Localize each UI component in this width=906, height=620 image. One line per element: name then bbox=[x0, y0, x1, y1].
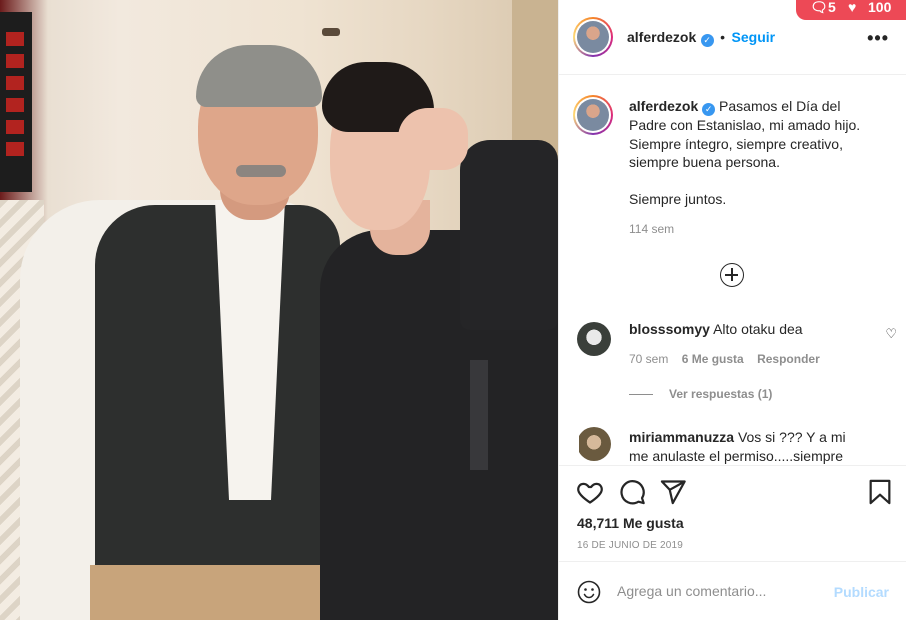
view-replies-button[interactable]: Ver respuestas (1) bbox=[629, 387, 772, 401]
publish-button[interactable]: Publicar bbox=[834, 584, 889, 600]
likes-count[interactable]: 48,711 Me gusta bbox=[577, 515, 684, 531]
verified-badge-icon: ✓ bbox=[702, 103, 716, 116]
commenter-username[interactable]: blosssomyy bbox=[629, 321, 710, 337]
author-avatar[interactable] bbox=[573, 17, 613, 57]
caption-line-2: Padre con Estanislao, mi amado hijo. bbox=[629, 117, 861, 133]
comment-text: Alto otaku dea bbox=[713, 321, 803, 337]
post-photo[interactable] bbox=[0, 0, 558, 620]
comment-like-count[interactable]: 6 Me gusta bbox=[682, 352, 744, 366]
follow-button[interactable]: Seguir bbox=[732, 29, 776, 45]
like-heart-icon[interactable] bbox=[576, 478, 604, 506]
father-pants bbox=[90, 565, 320, 620]
commenter-username[interactable]: miriammanuzza bbox=[629, 429, 734, 445]
caption-timestamp[interactable]: 114 sem bbox=[629, 220, 879, 239]
ceiling-light bbox=[322, 28, 340, 36]
comment-input[interactable] bbox=[617, 583, 817, 599]
caption-line-4: siempre buena persona. bbox=[629, 154, 780, 170]
separator-dot: • bbox=[720, 29, 726, 45]
emoji-icon[interactable] bbox=[577, 580, 601, 604]
caption-avatar[interactable] bbox=[573, 95, 613, 135]
comment-item: miriammanuzza Vos si ??? Y a mi me anula… bbox=[579, 427, 879, 467]
comment-notification-count: 5 bbox=[828, 0, 836, 15]
author-username[interactable]: alferdezok bbox=[627, 29, 696, 45]
post-actions: 48,711 Me gusta 16 DE JUNIO DE 2019 bbox=[559, 465, 906, 562]
caption-extra-line: Siempre juntos. bbox=[629, 190, 727, 207]
comment-like-heart-icon[interactable]: ♡ bbox=[885, 326, 897, 342]
comment-time[interactable]: 70 sem bbox=[629, 352, 668, 366]
son-hand-gesture bbox=[398, 108, 468, 170]
commenter-avatar[interactable] bbox=[577, 322, 611, 356]
comment-meta: 70 sem 6 Me gusta Responder bbox=[629, 352, 820, 366]
comment-bubble-icon[interactable] bbox=[618, 478, 646, 506]
wall-painting bbox=[0, 12, 32, 192]
son-jacket-zipper bbox=[470, 360, 488, 470]
comment-text-block: miriammanuzza Vos si ??? Y a mi me anula… bbox=[629, 428, 859, 465]
reply-button[interactable]: Responder bbox=[757, 352, 820, 366]
like-notification-count: 100 bbox=[868, 0, 892, 15]
father-hair bbox=[196, 45, 322, 107]
more-options-icon[interactable]: ••• bbox=[867, 28, 889, 49]
post-date[interactable]: 16 DE JUNIO DE 2019 bbox=[577, 540, 683, 551]
post-side-panel: alferdezok ✓ • Seguir ••• alferdezok ✓ P… bbox=[558, 0, 906, 620]
caption-line-1: Pasamos el Día del bbox=[719, 98, 841, 114]
caption-username[interactable]: alferdezok bbox=[629, 98, 698, 114]
replies-divider bbox=[629, 394, 653, 396]
son-raised-arm bbox=[460, 140, 558, 330]
like-notification-icon: ♥ bbox=[848, 0, 857, 15]
comment-text-block: blosssomyy Alto otaku dea bbox=[629, 320, 859, 339]
comment-notification-icon: 🗨 bbox=[810, 0, 828, 15]
load-more-comments-icon[interactable] bbox=[720, 263, 744, 287]
post-caption: alferdezok ✓ Pasamos el Día del Padre co… bbox=[629, 97, 879, 239]
save-bookmark-icon[interactable] bbox=[866, 478, 894, 506]
add-comment-bar: Publicar bbox=[559, 563, 906, 620]
activity-notification-badge[interactable]: 🗨 5 ♥ 100 bbox=[796, 0, 906, 20]
father-mustache bbox=[236, 165, 286, 177]
caption-line-3: Siempre íntegro, siempre creativo, bbox=[629, 135, 843, 152]
header-user-line: alferdezok ✓ • Seguir bbox=[627, 29, 775, 47]
verified-badge-icon: ✓ bbox=[700, 34, 714, 47]
commenter-avatar[interactable] bbox=[579, 427, 611, 461]
share-send-icon[interactable] bbox=[659, 478, 687, 506]
comment-text: Vos si ??? Y a mi bbox=[737, 429, 846, 445]
father-vest bbox=[95, 205, 340, 620]
comment-text-line-2: me anulaste el permiso.....siempre bbox=[629, 447, 843, 464]
comment-item: blosssomyy Alto otaku dea ♡ 70 sem 6 Me … bbox=[577, 320, 897, 380]
